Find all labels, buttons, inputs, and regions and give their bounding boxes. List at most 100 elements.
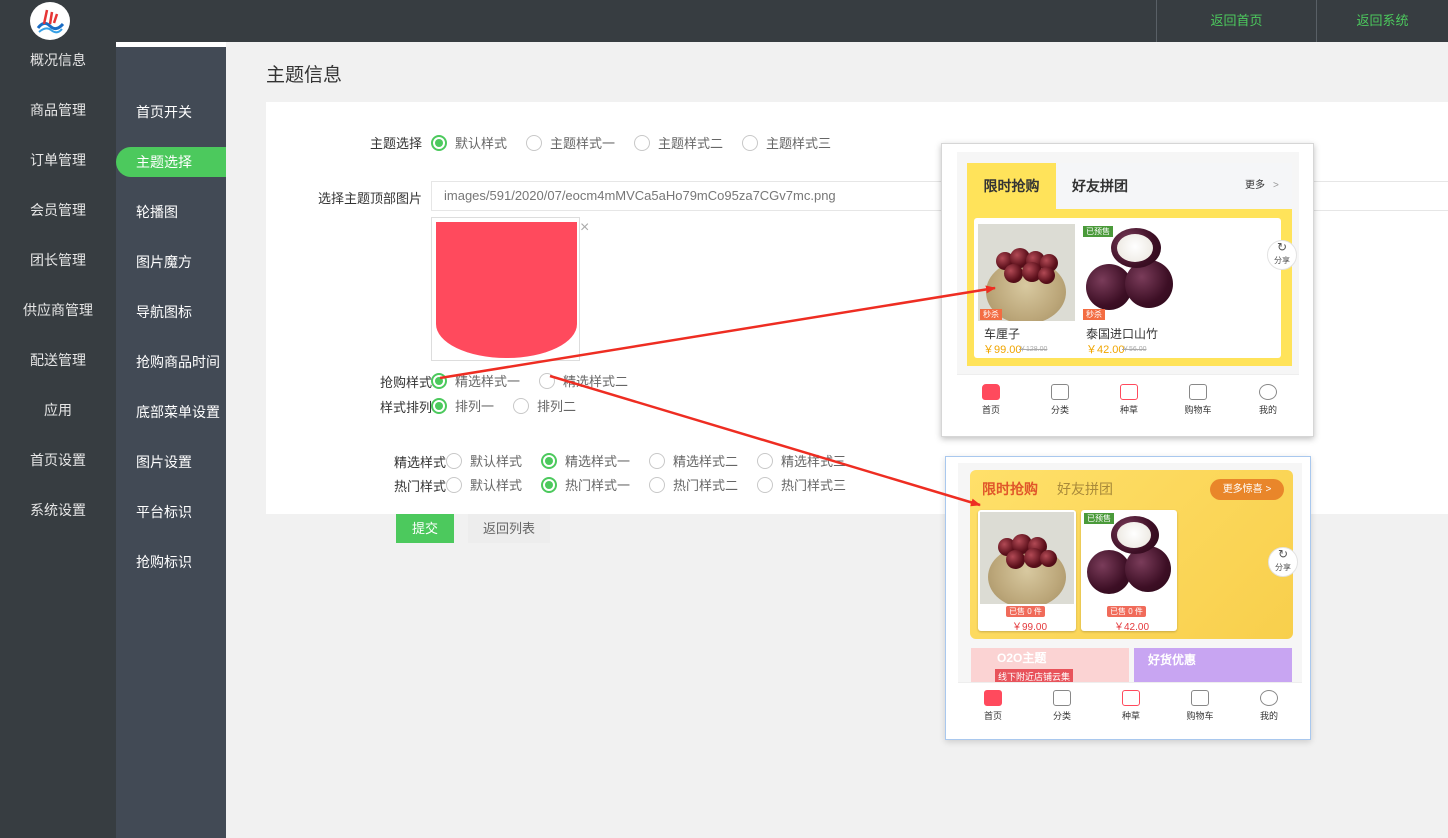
product-old-price: ￥128.00 [1019, 346, 1048, 353]
radio-dot [757, 476, 773, 493]
product-name: 泰国进口山竹 [1086, 327, 1159, 341]
featured-style-label: 精选样式 [393, 455, 446, 470]
radio-dot [431, 372, 447, 389]
sidebar-item-apps[interactable]: 应用 [0, 395, 116, 425]
user-icon [1260, 690, 1278, 706]
tv-icon [1120, 384, 1138, 400]
nav-category: 分类 [1042, 690, 1082, 722]
hot-radio-default[interactable]: 默认样式 [446, 475, 522, 494]
sidebar-item-overview[interactable]: 概况信息 [0, 45, 116, 75]
tab-group-buy: 好友拼团 [1072, 178, 1128, 194]
sidebar-item-platform-mark[interactable]: 平台标识 [116, 497, 226, 527]
sidebar-item-carousel[interactable]: 轮播图 [116, 197, 226, 227]
nav-mine: 我的 [1249, 690, 1289, 722]
secondary-sidebar: 首页开关 主题选择 轮播图 图片魔方 导航图标 抢购商品时间 底部菜单设置 图片… [116, 47, 226, 838]
sold-count: 已售 0 件 [1107, 606, 1146, 617]
flash-radio-style2[interactable]: 精选样式二 [539, 371, 628, 390]
sidebar-item-orders[interactable]: 订单管理 [0, 145, 116, 175]
share-button: 分享 [1268, 547, 1298, 577]
grid-icon [1053, 690, 1071, 706]
cherry-shape [1006, 550, 1025, 569]
sidebar-item-image-settings[interactable]: 图片设置 [116, 447, 226, 477]
sidebar-item-products[interactable]: 商品管理 [0, 95, 116, 125]
tab-flash-sale: 限时抢购 [967, 163, 1056, 209]
nav-category: 分类 [1040, 384, 1080, 416]
product-price: ￥42.00 [1086, 344, 1125, 356]
mangosteen-flesh [1117, 522, 1151, 548]
sidebar-item-flash-time[interactable]: 抢购商品时间 [116, 347, 226, 377]
sidebar-item-leaders[interactable]: 团长管理 [0, 245, 116, 275]
logo [30, 2, 70, 40]
sidebar-item-image-cube[interactable]: 图片魔方 [116, 247, 226, 277]
radio-dot [513, 397, 529, 414]
mangosteen-image [1083, 512, 1175, 604]
presale-badge: 已预售 [1084, 513, 1114, 524]
product-price: ￥42.00 [1114, 622, 1150, 633]
cherry-shape [1004, 264, 1023, 283]
sidebar-item-nav-icons[interactable]: 导航图标 [116, 297, 226, 327]
more-surprise-button: 更多惊喜 > [1210, 479, 1284, 500]
grid-icon [1051, 384, 1069, 400]
chevron-right-icon: > [1273, 180, 1279, 191]
product-price: ￥99.00 [983, 344, 1022, 356]
sidebar-item-members[interactable]: 会员管理 [0, 195, 116, 225]
theme-header-shape [436, 222, 577, 358]
radio-dot [742, 134, 758, 151]
sidebar-item-delivery[interactable]: 配送管理 [0, 345, 116, 375]
sidebar-item-bottom-menu[interactable]: 底部菜单设置 [116, 397, 226, 427]
featured-radio-style2[interactable]: 精选样式二 [649, 451, 738, 470]
theme-radio-style2[interactable]: 主题样式二 [634, 133, 723, 152]
flash-style1-preview: 限时抢购 好友拼团 更多 > 秒杀 车厘子 ￥99.00 ￥128.00 已预售… [941, 143, 1314, 437]
product-old-price: ￥56.00 [1122, 346, 1147, 353]
flash-radio-style1[interactable]: 精选样式一 [431, 371, 520, 390]
sidebar-item-home-settings[interactable]: 首页设置 [0, 445, 116, 475]
hot-radio-style2[interactable]: 热门样式二 [649, 475, 738, 494]
featured-radio-style1[interactable]: 精选样式一 [541, 451, 630, 470]
sidebar-item-home-switch[interactable]: 首页开关 [116, 97, 226, 127]
flash-style-label: 抢购样式 [379, 375, 432, 390]
bag-icon [1191, 690, 1209, 706]
cherry-shape [1038, 267, 1055, 284]
sidebar-item-system-settings[interactable]: 系统设置 [0, 495, 116, 525]
radio-dot [649, 476, 665, 493]
flash-tag: 秒杀 [980, 309, 1002, 320]
radio-dot [446, 452, 462, 469]
page-title: 主题信息 [266, 65, 343, 86]
primary-sidebar: 概况信息 商品管理 订单管理 会员管理 团长管理 供应商管理 配送管理 应用 首… [0, 42, 116, 838]
radio-dot [757, 452, 773, 469]
radio-dot [446, 476, 462, 493]
theme-radio-style1[interactable]: 主题样式一 [526, 133, 615, 152]
back-to-list-button[interactable]: 返回列表 [468, 514, 550, 543]
featured-radio-default[interactable]: 默认样式 [446, 451, 522, 470]
layout-radio-2[interactable]: 排列二 [513, 396, 576, 415]
hot-radio-style3[interactable]: 热门样式三 [757, 475, 846, 494]
radio-dot [431, 134, 447, 151]
hot-radio-style1[interactable]: 热门样式一 [541, 475, 630, 494]
submit-button[interactable]: 提交 [396, 514, 454, 543]
header-image-label: 选择主题顶部图片 [317, 191, 422, 206]
close-icon[interactable]: × [580, 219, 589, 237]
layout-radio-1[interactable]: 排列一 [431, 396, 494, 415]
theme-radio-style3[interactable]: 主题样式三 [742, 133, 831, 152]
theme-radio-default[interactable]: 默认样式 [431, 133, 507, 152]
return-system-link[interactable]: 返回系统 [1316, 0, 1448, 42]
sold-count: 已售 0 件 [1006, 606, 1045, 617]
cherry-image [978, 224, 1075, 321]
flash-style2-preview: 限时抢购 好友拼团 更多惊喜 > 已售 0 件 ￥99.00 已预售 已售 0 … [945, 456, 1311, 740]
return-home-link[interactable]: 返回首页 [1156, 0, 1316, 42]
share-button: 分享 [1267, 240, 1297, 270]
nav-home: 首页 [973, 690, 1013, 722]
featured-radio-style3[interactable]: 精选样式三 [757, 451, 846, 470]
bag-icon [1189, 384, 1207, 400]
tab-group-buy: 好友拼团 [1057, 481, 1113, 497]
sidebar-item-flash-mark[interactable]: 抢购标识 [116, 547, 226, 577]
sidebar-item-suppliers[interactable]: 供应商管理 [0, 295, 116, 325]
radio-dot [431, 397, 447, 414]
nav-cart: 购物车 [1180, 690, 1220, 722]
flash-tag: 秒杀 [1083, 309, 1105, 320]
sidebar-item-theme-select[interactable]: 主题选择 [116, 147, 226, 177]
home-icon [982, 384, 1000, 400]
more-link: 更多 [1245, 180, 1265, 191]
radio-dot [541, 452, 557, 469]
radio-dot [539, 372, 555, 389]
